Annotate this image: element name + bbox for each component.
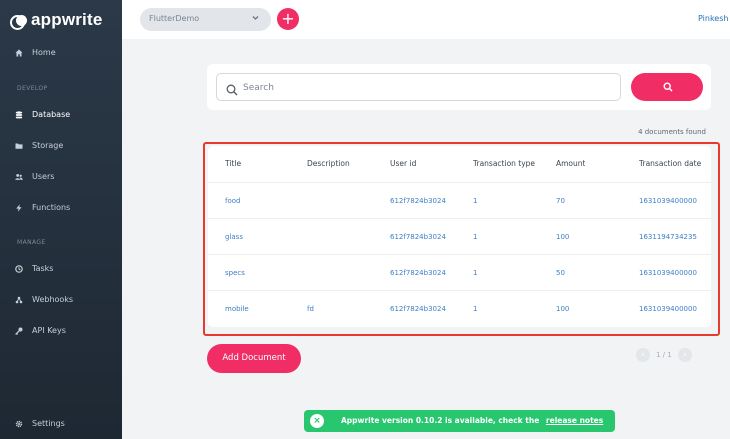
table-cell-user-id: 612f7824b3024	[390, 233, 446, 241]
search-icon	[226, 81, 238, 96]
table-cell-description: fd	[307, 305, 314, 313]
table-cell-user-id: 612f7824b3024	[390, 197, 446, 205]
page-indicator: 1 / 1	[656, 351, 672, 359]
chevron-right-icon: ›	[682, 350, 687, 360]
add-project-button[interactable]: +	[277, 8, 299, 30]
previous-page-button[interactable]: ‹	[636, 348, 650, 362]
search-button[interactable]	[631, 73, 703, 101]
folder-icon	[15, 142, 23, 150]
sidebar-item-label: Database	[32, 110, 71, 119]
sidebar-item-settings[interactable]: Settings	[15, 419, 65, 428]
table-row[interactable]: specs 612f7824b3024 1 50 1631039400000	[208, 254, 711, 290]
column-header-user-id[interactable]: User id	[390, 146, 416, 182]
sidebar-item-label: Storage	[32, 141, 64, 150]
close-icon[interactable]: ×	[310, 414, 324, 428]
table-row[interactable]: food 612f7824b3024 1 70 1631039400000	[208, 182, 711, 218]
section-label-manage: MANAGE	[17, 239, 46, 246]
table-cell-amount: 100	[556, 305, 570, 313]
clock-icon	[15, 264, 23, 273]
search-input[interactable]	[243, 79, 603, 96]
chevron-down-icon	[251, 13, 260, 25]
appwrite-logo-icon	[10, 14, 27, 30]
table-cell-user-id: 612f7824b3024	[390, 305, 446, 313]
sidebar-item-functions[interactable]: Functions	[15, 203, 70, 212]
table-cell-amount: 100	[556, 233, 570, 241]
column-header-title[interactable]: Title	[225, 146, 241, 182]
search-icon	[663, 82, 673, 92]
sidebar-item-label: Settings	[32, 419, 65, 428]
table-cell-transaction-date: 1631194734235	[639, 233, 697, 241]
table-cell-title: mobile	[225, 305, 249, 313]
column-header-amount[interactable]: Amount	[556, 146, 585, 182]
gear-icon	[15, 420, 23, 428]
next-page-button[interactable]: ›	[677, 348, 692, 362]
table-cell-transaction-type: 1	[473, 233, 478, 241]
project-name: FlutterDemo	[149, 14, 200, 23]
sidebar-item-label: Functions	[32, 203, 71, 212]
table-row[interactable]: mobile fd 612f7824b3024 1 100 1631039400…	[208, 290, 711, 326]
project-selector[interactable]: FlutterDemo	[140, 8, 271, 31]
sidebar: appwrite Home DEVELOP Database Storage U…	[0, 0, 122, 439]
user-name-link[interactable]: Pinkesh D	[698, 14, 730, 23]
sidebar-item-users[interactable]: Users	[15, 172, 54, 181]
chevron-left-icon: ‹	[641, 350, 645, 360]
table-cell-transaction-type: 1	[473, 305, 478, 313]
sidebar-item-label: API Keys	[32, 326, 66, 335]
table-cell-title: specs	[225, 269, 245, 277]
webhook-icon	[15, 296, 23, 304]
appwrite-logo[interactable]: appwrite	[10, 10, 103, 30]
section-label-develop: DEVELOP	[17, 85, 48, 92]
table-header: Title Description User id Transaction ty…	[208, 146, 711, 182]
table-cell-title: glass	[225, 233, 243, 241]
key-icon	[15, 327, 23, 335]
lightning-icon	[15, 203, 23, 212]
table-cell-transaction-date: 1631039400000	[639, 197, 697, 205]
sidebar-item-home[interactable]: Home	[15, 48, 56, 57]
pagination: ‹ 1 / 1 ›	[636, 348, 692, 362]
column-header-description[interactable]: Description	[307, 146, 350, 182]
sidebar-item-storage[interactable]: Storage	[15, 141, 63, 150]
table-row[interactable]: glass 612f7824b3024 1 100 1631194734235	[208, 218, 711, 254]
release-notes-link[interactable]: release notes	[546, 416, 603, 425]
sidebar-item-label: Tasks	[32, 264, 54, 273]
sidebar-item-tasks[interactable]: Tasks	[15, 264, 53, 273]
column-header-transaction-date[interactable]: Transaction date	[639, 146, 701, 182]
sidebar-item-database[interactable]: Database	[15, 110, 70, 119]
plus-icon: +	[281, 9, 295, 28]
users-icon	[15, 173, 23, 181]
documents-table: Title Description User id Transaction ty…	[208, 146, 711, 327]
sidebar-item-label: Users	[32, 172, 55, 181]
table-cell-transaction-type: 1	[473, 197, 478, 205]
table-cell-transaction-type: 1	[473, 269, 478, 277]
home-icon	[15, 49, 23, 57]
toast-message: Appwrite version 0.10.2 is available, ch…	[341, 410, 603, 432]
toast-text: Appwrite version 0.10.2 is available, ch…	[341, 416, 540, 425]
top-bar: FlutterDemo + Pinkesh D	[122, 0, 730, 39]
sidebar-item-label: Webhooks	[32, 295, 74, 304]
search-field[interactable]	[216, 73, 621, 101]
sidebar-item-api-keys[interactable]: API Keys	[15, 326, 66, 335]
table-cell-transaction-date: 1631039400000	[639, 305, 697, 313]
table-cell-amount: 50	[556, 269, 565, 277]
table-cell-amount: 70	[556, 197, 565, 205]
table-cell-title: food	[225, 197, 241, 205]
sidebar-item-label: Home	[32, 48, 56, 57]
sidebar-item-webhooks[interactable]: Webhooks	[15, 295, 73, 304]
update-notification-toast: × Appwrite version 0.10.2 is available, …	[304, 410, 615, 432]
column-header-transaction-type[interactable]: Transaction type	[473, 146, 535, 182]
brand-name: appwrite	[31, 10, 103, 29]
database-icon	[15, 110, 23, 119]
table-cell-transaction-date: 1631039400000	[639, 269, 697, 277]
add-document-button[interactable]: Add Document	[207, 344, 301, 373]
search-card	[207, 64, 711, 110]
table-cell-user-id: 612f7824b3024	[390, 269, 446, 277]
documents-count: 4 documents found	[638, 128, 706, 136]
